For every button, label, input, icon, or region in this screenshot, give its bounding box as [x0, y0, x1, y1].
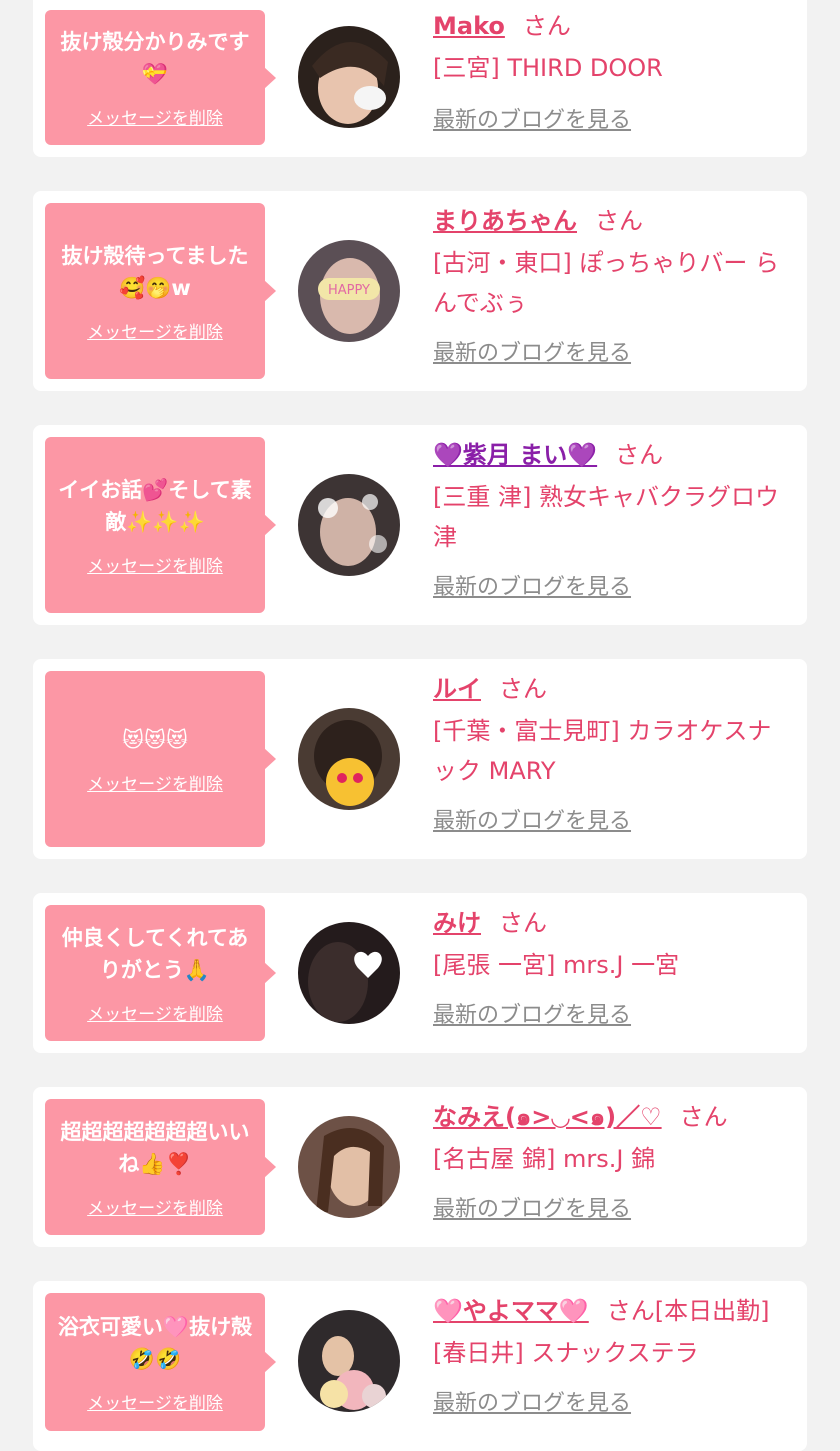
- user-info: ルイ さん [千葉・富士見町] カラオケスナック MARY 最新のブログを見る: [433, 673, 787, 835]
- message-text: 😻😻😻: [122, 727, 188, 752]
- shop-name: [尾張 一宮] mrs.J 一宮: [433, 951, 680, 979]
- shop-name: [千葉・富士見町] カラオケスナック MARY: [433, 717, 772, 785]
- message-bubble: 抜け殻分かりみです💝 メッセージを削除: [45, 10, 276, 145]
- message-card: 抜け殻分かりみです💝 メッセージを削除 Mako さん [三宮] THIRD DO…: [33, 0, 807, 157]
- name-row: ルイ さん: [433, 673, 787, 705]
- honorific: さん: [499, 909, 547, 937]
- avatar[interactable]: [298, 708, 400, 810]
- shop-name: [春日井] スナックステラ: [433, 1339, 699, 1367]
- message-bubble: 超超超超超超超いいね👍❣️ メッセージを削除: [45, 1099, 276, 1235]
- message-bubble: 😻😻😻 メッセージを削除: [45, 671, 276, 847]
- user-info: みけ さん [尾張 一宮] mrs.J 一宮 最新のブログを見る: [433, 907, 787, 1029]
- avatar[interactable]: HAPPY: [298, 240, 400, 342]
- avatar[interactable]: [298, 922, 400, 1024]
- message-card: 😻😻😻 メッセージを削除 ルイ さん [千葉・富士見町] カラオケスナック MAR…: [33, 659, 807, 859]
- user-name-link[interactable]: 💜紫月 まい💜: [433, 441, 597, 469]
- user-info: まりあちゃん さん [古河・東口] ぽっちゃりバー らんでぶぅ 最新のブログを見る: [433, 205, 787, 367]
- avatar-photo-icon: [298, 708, 400, 810]
- message-text: 抜け殻待ってました🥰🤭w: [61, 243, 249, 300]
- latest-blog-link[interactable]: 最新のブログを見る: [433, 803, 631, 835]
- avatar-photo-icon: HAPPY: [298, 240, 400, 342]
- name-row: Mako さん: [433, 10, 787, 42]
- name-row: まりあちゃん さん: [433, 205, 787, 237]
- latest-blog-link[interactable]: 最新のブログを見る: [433, 335, 631, 367]
- message-bubble: 仲良くしてくれてありがとう🙏 メッセージを削除: [45, 905, 276, 1041]
- avatar-photo-icon: [298, 1310, 400, 1412]
- honorific: さん: [499, 675, 547, 703]
- user-name-link[interactable]: 🩷やよママ🩷: [433, 1297, 589, 1325]
- avatar[interactable]: [298, 1116, 400, 1218]
- avatar-photo-icon: [298, 26, 400, 128]
- message-bubble: 浴衣可愛い🩷抜け殻🤣🤣 メッセージを削除: [45, 1293, 276, 1431]
- shop-name: [三重 津] 熟女キャバクラグロウ津: [433, 483, 779, 551]
- message-text: 仲良くしてくれてありがとう🙏: [61, 925, 249, 982]
- honorific: さん: [522, 12, 571, 40]
- user-name-link[interactable]: まりあちゃん: [433, 207, 577, 235]
- message-text: イイお話💕そして素敵✨✨✨: [58, 477, 252, 534]
- message-card: 超超超超超超超いいね👍❣️ メッセージを削除 なみえ(๑>◡<๑)／♡ さん [名…: [33, 1087, 807, 1247]
- message-bubble: イイお話💕そして素敵✨✨✨ メッセージを削除: [45, 437, 276, 613]
- delete-message-link[interactable]: メッセージを削除: [87, 1389, 223, 1414]
- delete-message-link[interactable]: メッセージを削除: [87, 552, 223, 577]
- honorific: さん: [615, 441, 664, 469]
- user-name-link[interactable]: みけ: [433, 909, 481, 937]
- avatar[interactable]: [298, 474, 400, 576]
- message-card: 仲良くしてくれてありがとう🙏 メッセージを削除 みけ さん [尾張 一宮] mrs…: [33, 893, 807, 1053]
- name-row: 🩷やよママ🩷 さん[本日出勤]: [433, 1295, 787, 1327]
- latest-blog-link[interactable]: 最新のブログを見る: [433, 569, 631, 601]
- user-info: 💜紫月 まい💜 さん [三重 津] 熟女キャバクラグロウ津 最新のブログを見る: [433, 439, 787, 601]
- user-info: Mako さん [三宮] THIRD DOOR 最新のブログを見る: [433, 10, 787, 134]
- message-text: 浴衣可愛い🩷抜け殻🤣🤣: [57, 1314, 253, 1371]
- svg-text:HAPPY: HAPPY: [328, 283, 370, 298]
- latest-blog-link[interactable]: 最新のブログを見る: [433, 1385, 631, 1417]
- delete-message-link[interactable]: メッセージを削除: [87, 1000, 223, 1025]
- user-info: 🩷やよママ🩷 さん[本日出勤] [春日井] スナックステラ 最新のブログを見る: [433, 1295, 787, 1417]
- latest-blog-link[interactable]: 最新のブログを見る: [433, 1191, 631, 1223]
- name-row: みけ さん: [433, 907, 787, 939]
- user-name-link[interactable]: Mako: [433, 12, 505, 40]
- latest-blog-link[interactable]: 最新のブログを見る: [433, 102, 631, 134]
- delete-message-link[interactable]: メッセージを削除: [87, 104, 223, 129]
- shop-name: [古河・東口] ぽっちゃりバー らんでぶぅ: [433, 249, 779, 317]
- avatar[interactable]: [298, 1310, 400, 1412]
- avatar-photo-icon: [298, 1116, 400, 1218]
- delete-message-link[interactable]: メッセージを削除: [87, 770, 223, 795]
- name-row: 💜紫月 まい💜 さん: [433, 439, 787, 471]
- honorific: さん[本日出勤]: [606, 1297, 770, 1325]
- latest-blog-link[interactable]: 最新のブログを見る: [433, 997, 631, 1029]
- shop-name: [名古屋 錦] mrs.J 錦: [433, 1145, 656, 1173]
- name-row: なみえ(๑>◡<๑)／♡ さん: [433, 1101, 787, 1133]
- message-text: 抜け殻分かりみです💝: [60, 30, 250, 86]
- delete-message-link[interactable]: メッセージを削除: [87, 1194, 223, 1219]
- shop-name: [三宮] THIRD DOOR: [433, 54, 663, 82]
- delete-message-link[interactable]: メッセージを削除: [87, 318, 223, 343]
- message-text: 超超超超超超超いいね👍❣️: [60, 1119, 250, 1176]
- message-card: 抜け殻待ってました🥰🤭w メッセージを削除 HAPPY まりあちゃん さん [古河…: [33, 191, 807, 391]
- message-card: 浴衣可愛い🩷抜け殻🤣🤣 メッセージを削除 🩷やよママ🩷 さん[本日出勤] [春日井…: [33, 1281, 807, 1451]
- avatar[interactable]: [298, 26, 400, 128]
- user-info: なみえ(๑>◡<๑)／♡ さん [名古屋 錦] mrs.J 錦 最新のブログを見る: [433, 1101, 787, 1223]
- honorific: さん: [679, 1103, 728, 1131]
- avatar-photo-icon: [298, 922, 400, 1024]
- user-name-link[interactable]: なみえ(๑>◡<๑)／♡: [433, 1103, 662, 1131]
- message-card: イイお話💕そして素敵✨✨✨ メッセージを削除 💜紫月 まい💜 さん [三重 津] …: [33, 425, 807, 625]
- user-name-link[interactable]: ルイ: [433, 675, 481, 703]
- honorific: さん: [595, 207, 643, 235]
- message-bubble: 抜け殻待ってました🥰🤭w メッセージを削除: [45, 203, 276, 379]
- avatar-photo-icon: [298, 474, 400, 576]
